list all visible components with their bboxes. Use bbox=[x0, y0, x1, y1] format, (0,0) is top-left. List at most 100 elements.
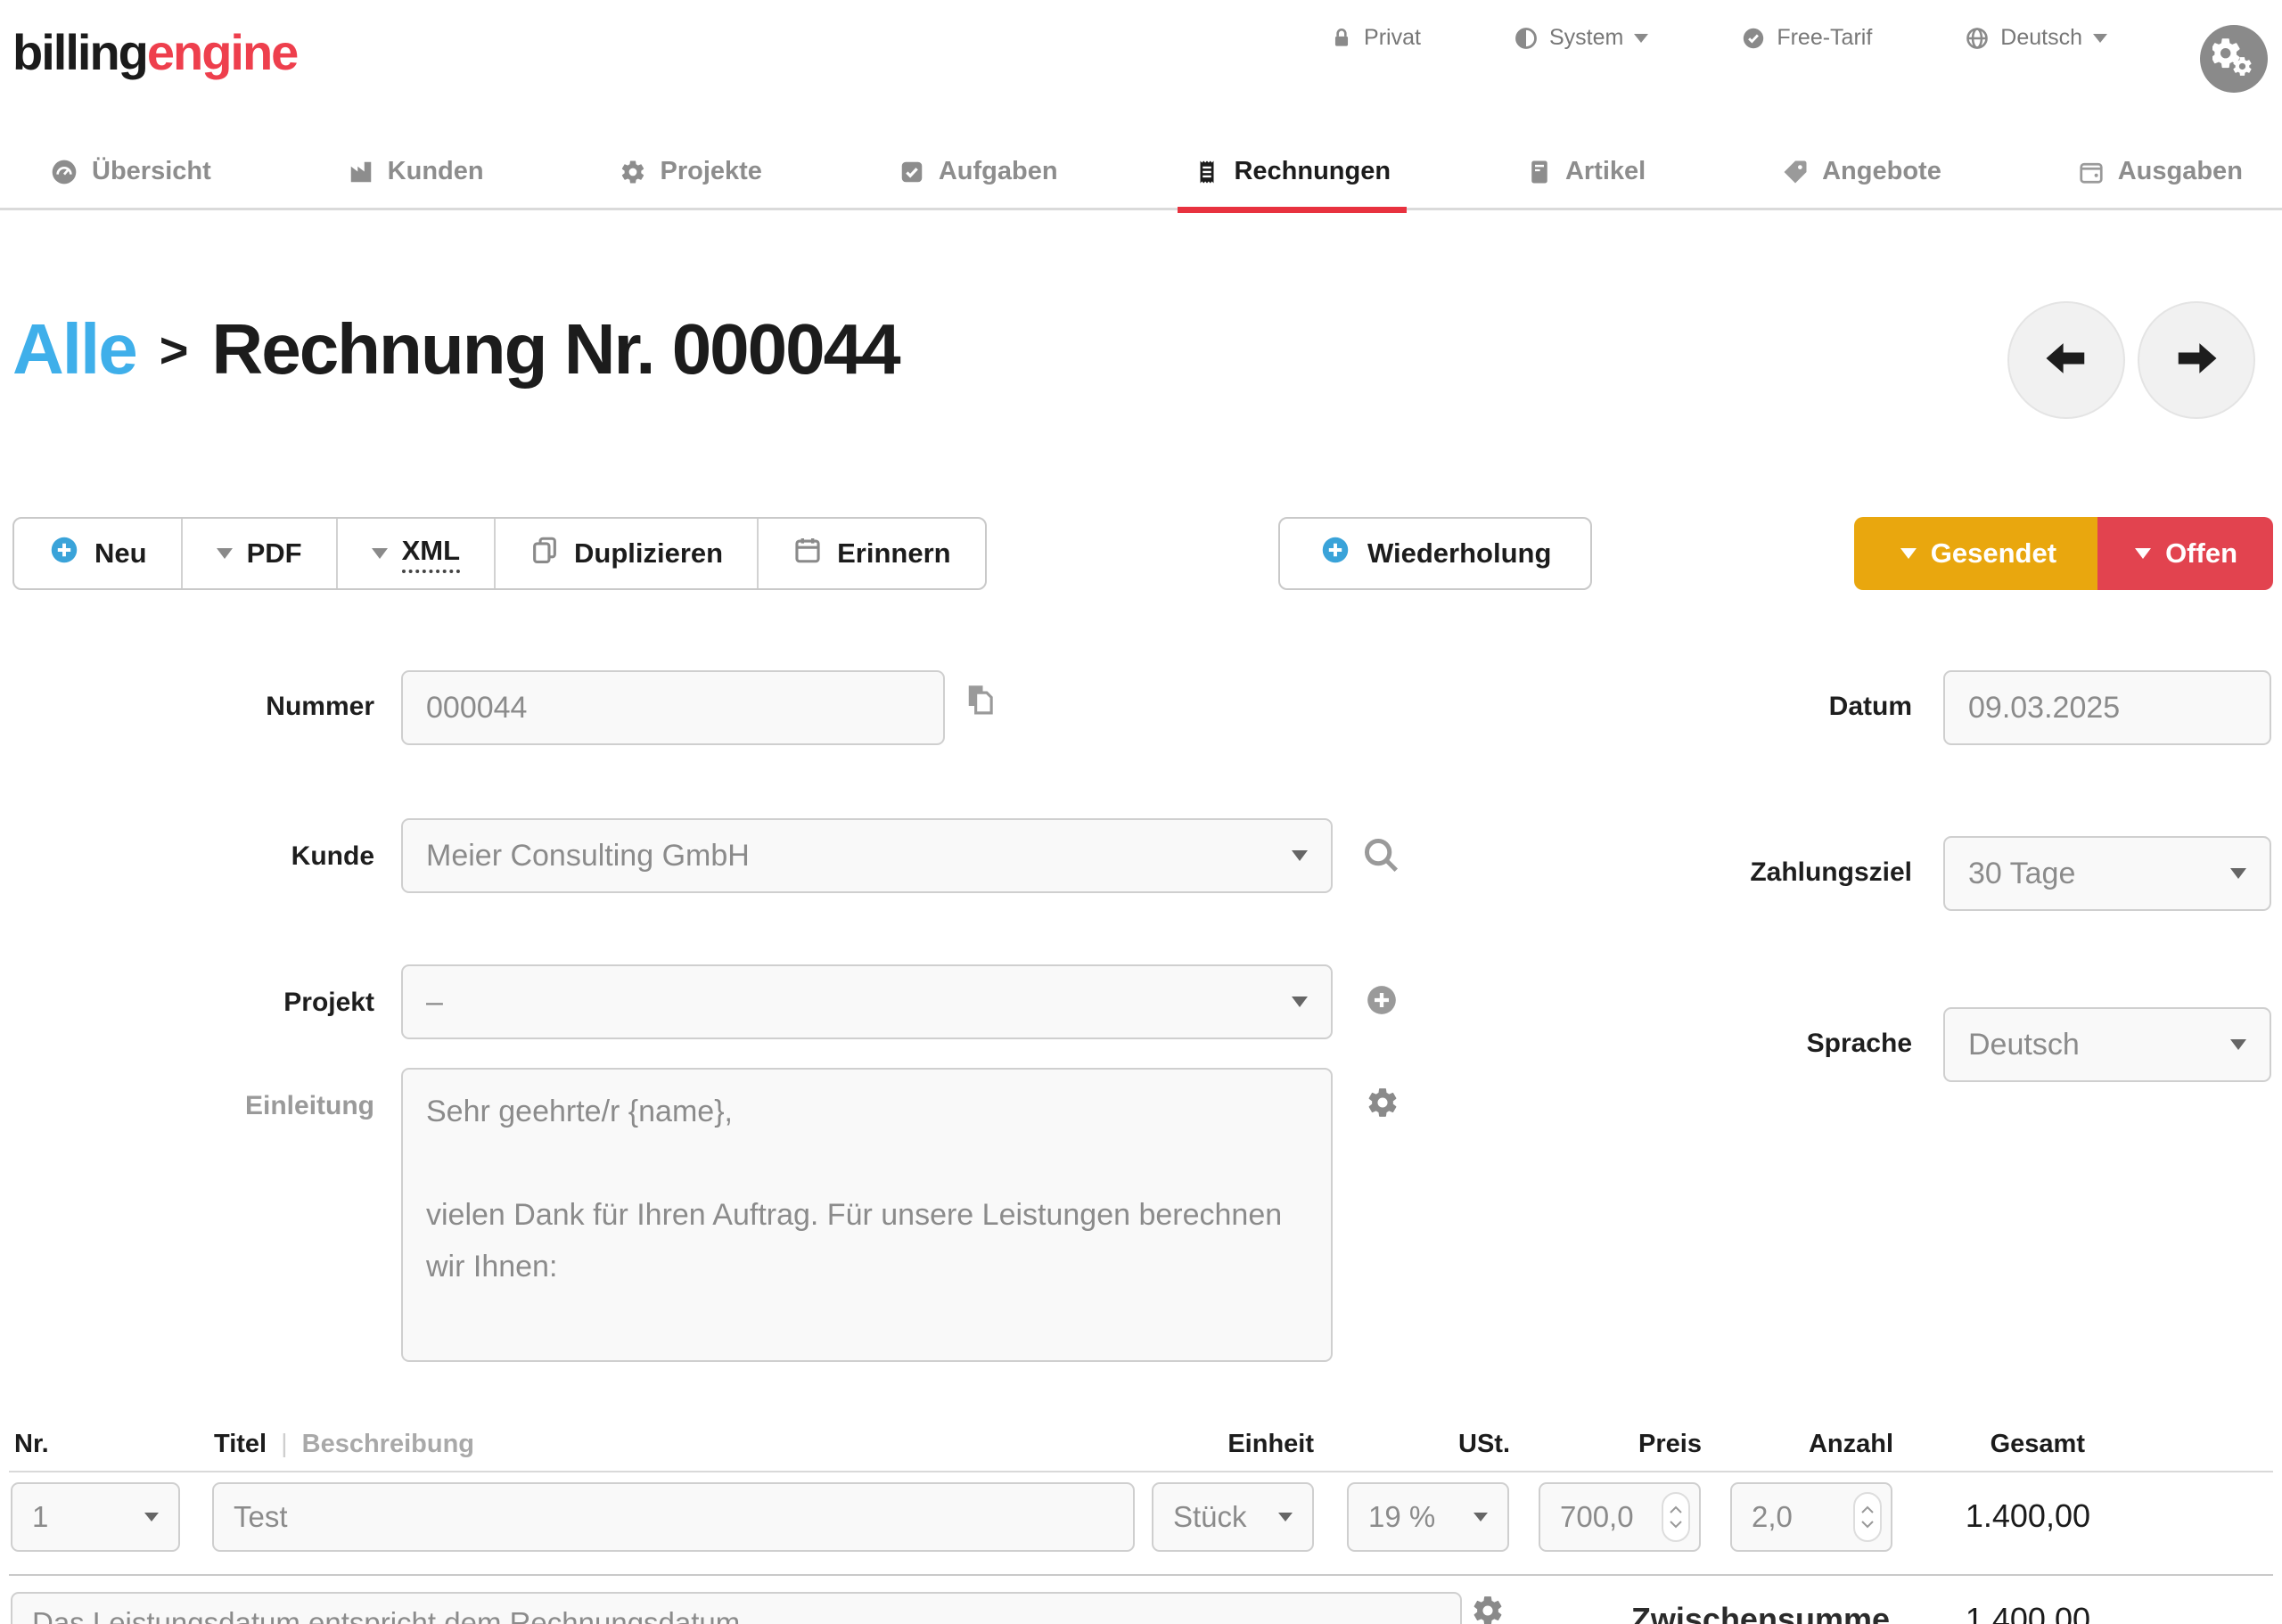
row-divider bbox=[9, 1574, 2273, 1576]
tab-label: Kunden bbox=[388, 157, 484, 186]
kunde-label: Kunde bbox=[0, 841, 374, 872]
tab-ausgaben[interactable]: Ausgaben bbox=[2078, 135, 2243, 209]
header-separator: | bbox=[281, 1430, 288, 1459]
language-menu[interactable]: Deutsch bbox=[1965, 25, 2107, 51]
duplicate-button[interactable]: Duplizieren bbox=[494, 519, 757, 588]
pdf-button[interactable]: PDF bbox=[181, 519, 336, 588]
remind-button[interactable]: Erinnern bbox=[757, 519, 984, 588]
tab-rechnungen[interactable]: Rechnungen bbox=[1194, 135, 1391, 209]
chevron-down-icon bbox=[1473, 1513, 1488, 1521]
tasks-icon bbox=[899, 159, 925, 185]
sprache-select[interactable]: Deutsch bbox=[1943, 1007, 2271, 1082]
dashboard-icon bbox=[50, 158, 78, 186]
settings-button[interactable] bbox=[2200, 25, 2268, 93]
articles-icon bbox=[1527, 159, 1552, 185]
tab-label: Ausgaben bbox=[2118, 157, 2243, 186]
projekt-value: – bbox=[426, 985, 443, 1020]
tab-artikel[interactable]: Artikel bbox=[1527, 135, 1646, 209]
duplicate-icon bbox=[529, 535, 560, 572]
open-label: Offen bbox=[2165, 537, 2237, 570]
tarif-indicator[interactable]: Free-Tarif bbox=[1741, 25, 1872, 51]
chevron-down-icon bbox=[1292, 997, 1308, 1007]
privat-label: Privat bbox=[1364, 25, 1421, 51]
settings-gear-icon[interactable] bbox=[1366, 1086, 1400, 1124]
invoice-actions-group: Neu PDF XML Duplizieren Erinnern bbox=[12, 517, 987, 590]
tab-angebote[interactable]: Angebote bbox=[1782, 135, 1941, 209]
open-status-button[interactable]: Offen bbox=[2097, 517, 2273, 590]
chevron-down-icon bbox=[2135, 548, 2151, 559]
system-label: System bbox=[1549, 25, 1623, 51]
projekt-select[interactable]: – bbox=[401, 964, 1333, 1039]
tab-kunden[interactable]: Kunden bbox=[348, 135, 484, 209]
copy-icon[interactable] bbox=[961, 681, 998, 723]
row-anzahl-stepper[interactable]: 2,0 bbox=[1730, 1482, 1892, 1552]
col-header-preis: Preis bbox=[1638, 1430, 1702, 1459]
nummer-input[interactable]: 000044 bbox=[401, 670, 945, 745]
col-header-beschreibung: Beschreibung bbox=[302, 1430, 474, 1459]
chevron-down-icon bbox=[2093, 34, 2107, 43]
tab-aufgaben[interactable]: Aufgaben bbox=[899, 135, 1058, 209]
remind-label: Erinnern bbox=[837, 537, 950, 570]
logo-text-black: billing bbox=[12, 24, 147, 80]
expenses-icon bbox=[2078, 159, 2105, 185]
xml-button[interactable]: XML bbox=[336, 519, 494, 588]
breadcrumb-separator: > bbox=[160, 321, 189, 379]
row-einheit-select[interactable]: Stück bbox=[1152, 1482, 1314, 1552]
plus-circle-icon bbox=[1319, 534, 1351, 573]
row-ust-select[interactable]: 19 % bbox=[1347, 1482, 1509, 1552]
duplicate-label: Duplizieren bbox=[574, 537, 723, 570]
tab-label: Artikel bbox=[1565, 157, 1646, 186]
chevron-down-icon bbox=[2230, 1039, 2246, 1050]
row-titel-input[interactable]: Test bbox=[212, 1482, 1135, 1552]
lock-icon bbox=[1330, 27, 1353, 50]
col-header-titel-group: Titel | Beschreibung bbox=[214, 1430, 474, 1459]
breadcrumb-parent-link[interactable]: Alle bbox=[12, 308, 136, 390]
chevron-down-icon bbox=[217, 548, 233, 559]
row-ust-value: 19 % bbox=[1368, 1500, 1435, 1534]
chevron-down-icon bbox=[372, 548, 388, 559]
invoices-icon bbox=[1194, 159, 1220, 185]
sent-status-button[interactable]: Gesendet bbox=[1854, 517, 2097, 590]
tab-projekte[interactable]: Projekte bbox=[620, 135, 761, 209]
previous-invoice-button[interactable] bbox=[2007, 301, 2125, 419]
chevron-down-icon bbox=[1278, 1513, 1293, 1521]
col-header-nr: Nr. bbox=[14, 1430, 49, 1459]
search-icon[interactable] bbox=[1360, 834, 1401, 880]
new-button[interactable]: Neu bbox=[14, 519, 181, 588]
add-project-icon[interactable] bbox=[1364, 982, 1400, 1022]
row-nr-select[interactable]: 1 bbox=[11, 1482, 180, 1552]
zahlungsziel-select[interactable]: 30 Tage bbox=[1943, 836, 2271, 911]
projects-icon bbox=[620, 159, 646, 185]
row-beschreibung-textarea[interactable]: Das Leistungsdatum entspricht dem Rechnu… bbox=[11, 1592, 1462, 1624]
datum-label: Datum bbox=[1515, 692, 1912, 722]
account-bar: Privat System Free-Tarif Deutsch bbox=[1330, 0, 2268, 93]
tab-label: Angebote bbox=[1822, 157, 1941, 186]
arrow-right-icon bbox=[2172, 334, 2220, 387]
zahlungsziel-label: Zahlungsziel bbox=[1515, 857, 1912, 888]
datum-input[interactable]: 09.03.2025 bbox=[1943, 670, 2271, 745]
col-header-ust: USt. bbox=[1458, 1430, 1510, 1459]
row-einheit-value: Stück bbox=[1173, 1500, 1247, 1534]
kunde-select[interactable]: Meier Consulting GmbH bbox=[401, 818, 1333, 893]
recurring-button[interactable]: Wiederholung bbox=[1278, 517, 1592, 590]
col-header-einheit: Einheit bbox=[1227, 1430, 1314, 1459]
settings-gear-icon[interactable] bbox=[1471, 1594, 1505, 1624]
nummer-label: Nummer bbox=[0, 692, 374, 722]
invoice-page: billingengine Privat System Free-Tarif D… bbox=[0, 0, 2282, 1624]
chevron-down-icon bbox=[1634, 34, 1648, 43]
language-label: Deutsch bbox=[2000, 25, 2082, 51]
einleitung-textarea[interactable]: Sehr geehrte/r {name}, vielen Dank für I… bbox=[401, 1068, 1333, 1362]
tab-uebersicht[interactable]: Übersicht bbox=[50, 135, 211, 209]
row-preis-stepper[interactable]: 700,0 bbox=[1539, 1482, 1701, 1552]
privat-indicator[interactable]: Privat bbox=[1330, 25, 1421, 51]
row-anzahl-value: 2,0 bbox=[1752, 1500, 1793, 1534]
table-header-divider bbox=[9, 1471, 2273, 1472]
tab-label: Übersicht bbox=[92, 157, 211, 186]
chevron-down-icon bbox=[1900, 548, 1917, 559]
spinner-arrows-icon[interactable] bbox=[1662, 1492, 1690, 1542]
main-nav: Übersicht Kunden Projekte Aufgaben Rechn… bbox=[0, 135, 2282, 210]
spinner-arrows-icon[interactable] bbox=[1853, 1492, 1882, 1542]
app-logo[interactable]: billingengine bbox=[12, 23, 297, 81]
next-invoice-button[interactable] bbox=[2138, 301, 2255, 419]
system-menu[interactable]: System bbox=[1514, 25, 1648, 51]
